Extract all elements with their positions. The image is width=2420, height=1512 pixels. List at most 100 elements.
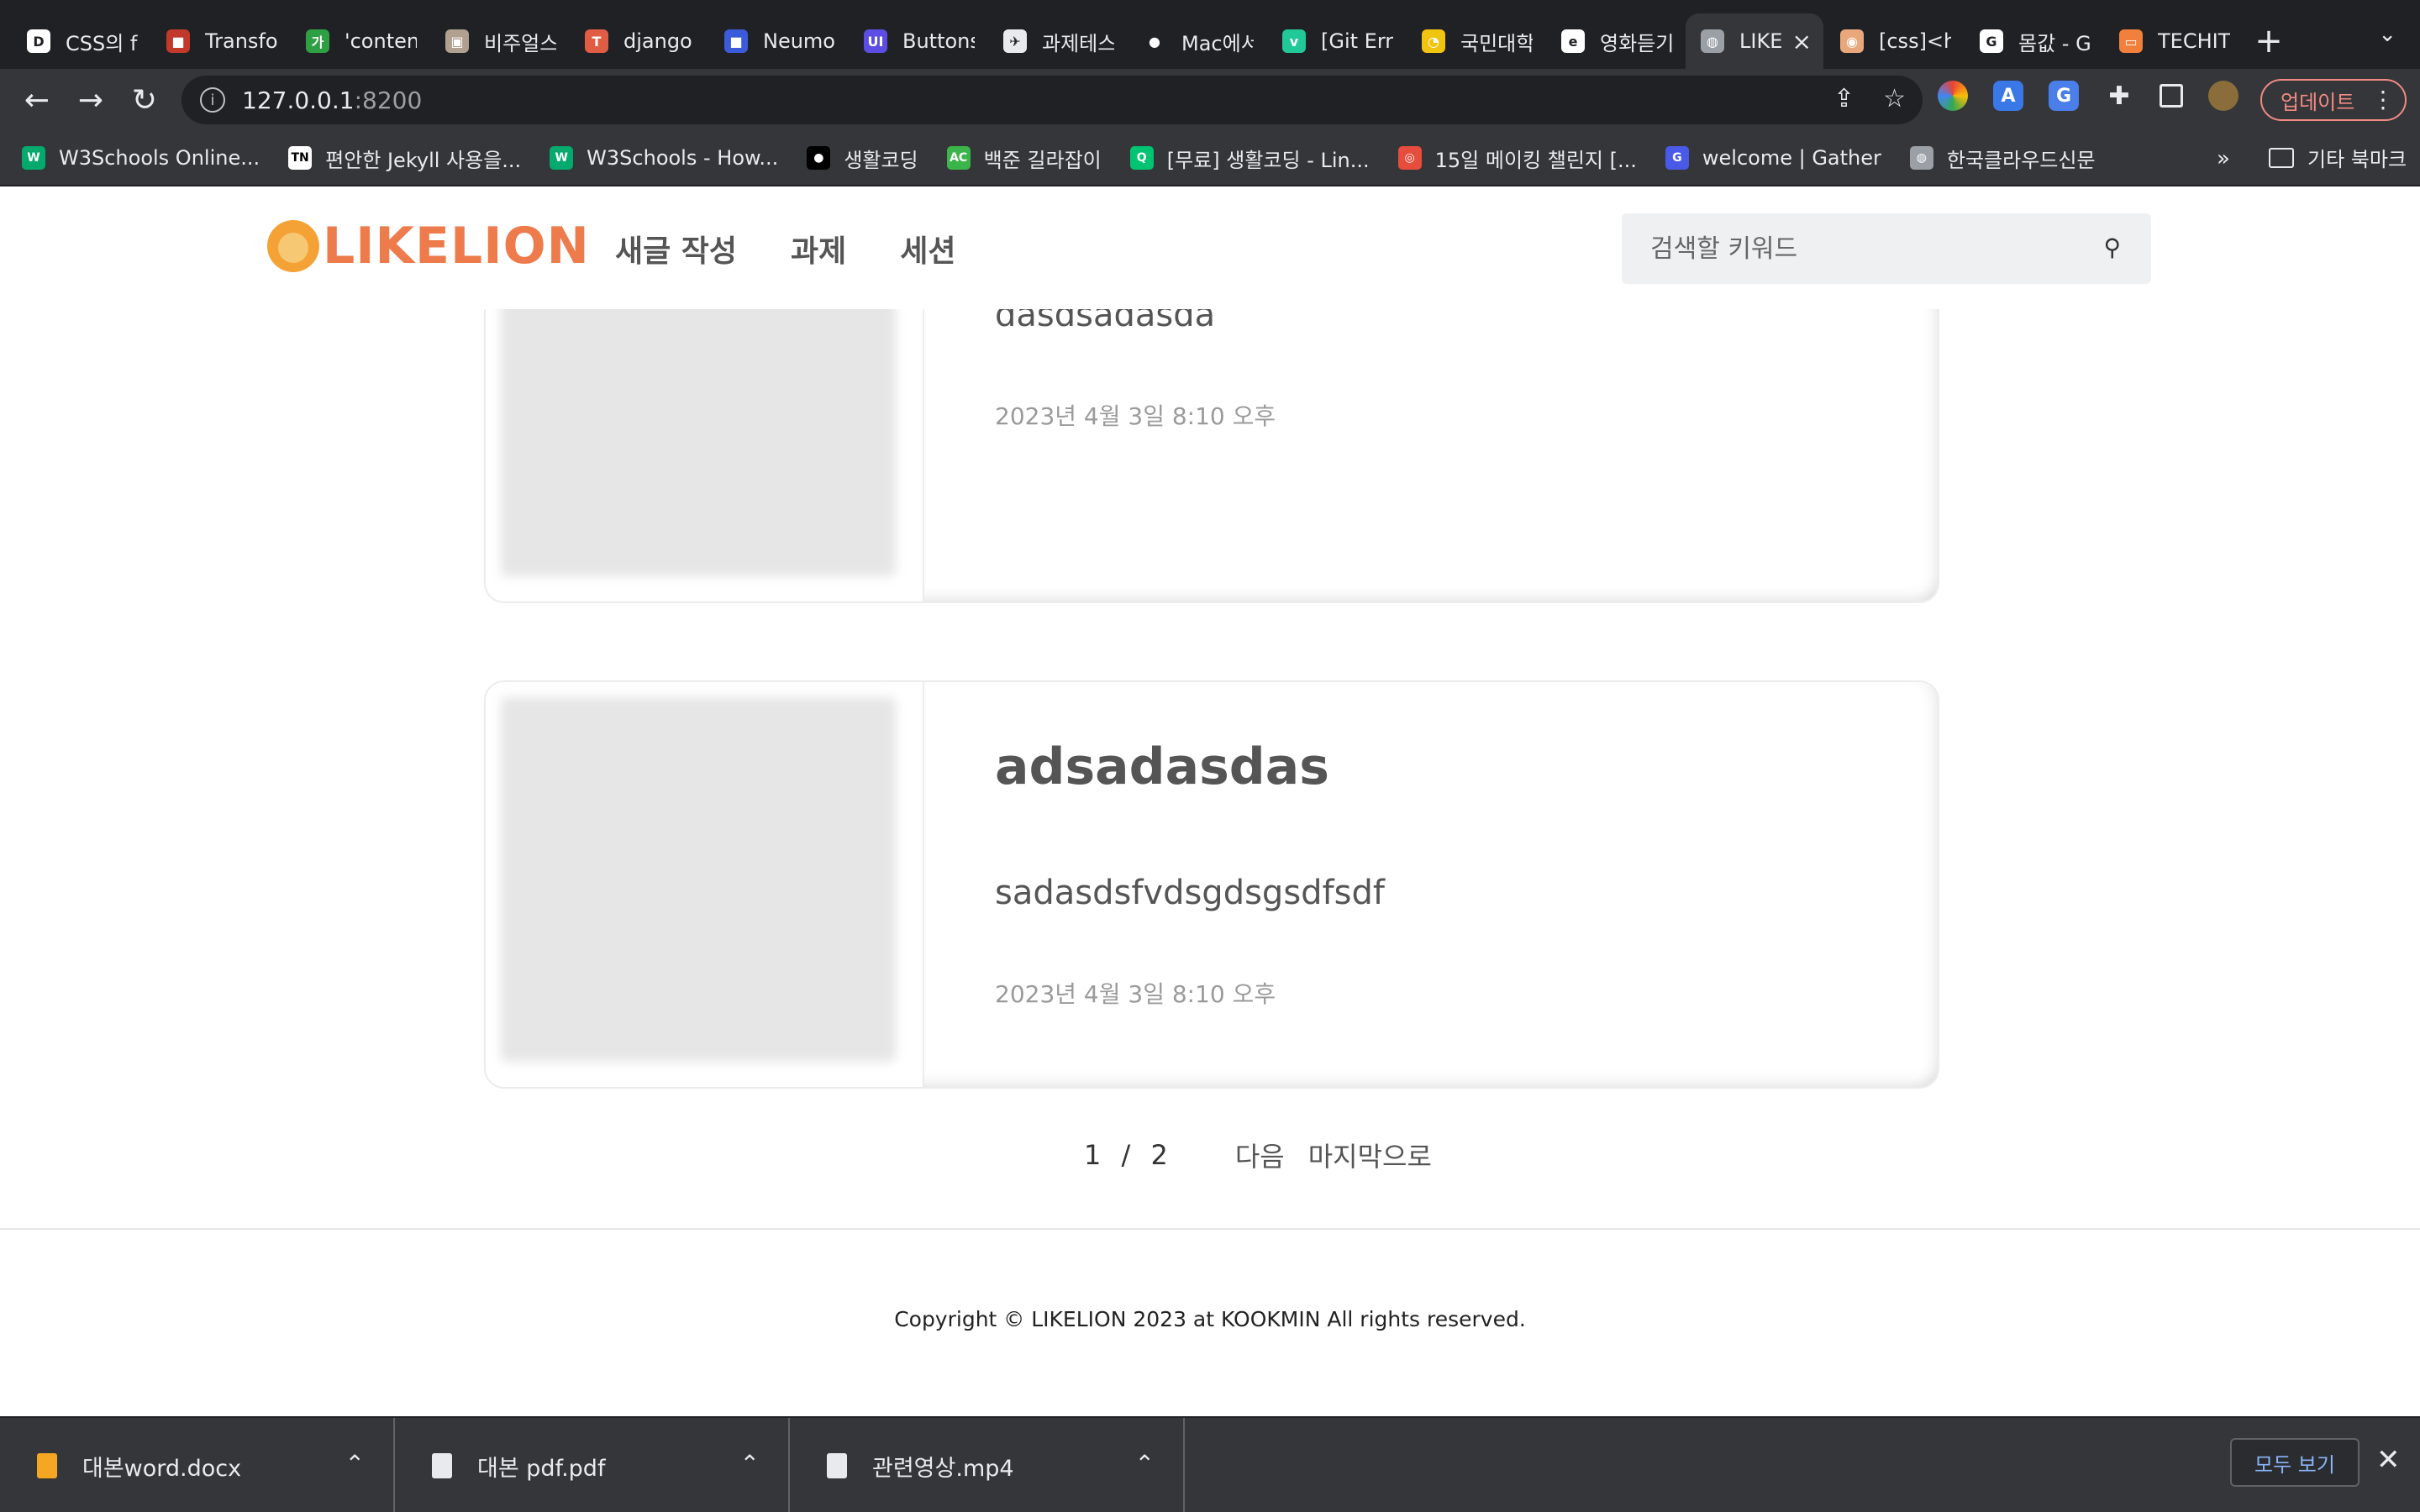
browser-toolbar: ← → ↻ i 127.0.0.1:8200 ⇪ ☆ A G ✚ 업데이트 ⋮ <box>0 69 2420 131</box>
bookmark-label: [무료] 생활코딩 - Lin... <box>1166 148 1370 172</box>
browser-tab[interactable]: ■ Neumo <box>709 13 847 69</box>
arrow-right-icon: → <box>77 82 104 118</box>
close-icon[interactable]: ✕ <box>2376 1443 2401 1477</box>
bookmark-item[interactable]: ◎ 15일 메이킹 챌린지 [... <box>1397 144 1637 173</box>
inflearn-icon: Q <box>1129 146 1154 170</box>
browser-tab[interactable]: ◉ [css]<h <box>1825 13 1963 69</box>
w3schools-icon: W <box>22 146 45 170</box>
bookmark-label: 백준 길라잡이 <box>983 148 1102 172</box>
bookmark-item[interactable]: W W3Schools Online... <box>22 146 260 170</box>
bookmark-item[interactable]: Gwelcome | Gather <box>1665 146 1881 170</box>
tab-label: TECHIT <box>2158 29 2230 53</box>
bookmark-item[interactable]: AC 백준 길라잡이 <box>946 144 1102 173</box>
back-button[interactable]: ← <box>10 73 64 127</box>
browser-tab[interactable]: D CSS의 f <box>12 13 150 69</box>
browser-tab[interactable]: UI Buttons <box>849 13 986 69</box>
bookmark-item[interactable]: ◍ 한국클라우드신문 <box>1909 144 2096 173</box>
bookmark-item[interactable]: W W3Schools - How... <box>550 146 778 170</box>
tab-label: Neumo <box>763 29 835 53</box>
post-card[interactable]: adsadasdas sadasdsfvdsgdsgsdfsdf 2023년 4… <box>484 680 1939 1089</box>
ac-icon: AC <box>946 146 971 170</box>
pagination: 1 / 2 다음 마지막으로 <box>1084 1136 1455 1174</box>
post-date: 2023년 4월 3일 8:10 오후 <box>995 980 1276 1008</box>
site-footer: Copyright © LIKELION 2023 at KOOKMIN All… <box>894 1307 1526 1331</box>
lion-icon <box>267 220 319 272</box>
browser-tab[interactable]: 가 'conten <box>291 13 429 69</box>
show-all-downloads-button[interactable]: 모두 보기 <box>2230 1438 2360 1487</box>
reload-button[interactable]: ↻ <box>118 73 171 127</box>
tab-label: 영화듣기 <box>1600 31 1672 55</box>
bookmark-item[interactable]: ● 생활코딩 <box>807 144 918 173</box>
tab-close-icon[interactable]: × <box>1792 28 1812 55</box>
color-wheel-extension-icon[interactable] <box>1938 81 1968 111</box>
bookmark-item[interactable]: Q [무료] 생활코딩 - Lin... <box>1129 144 1370 173</box>
django-t-icon: T <box>585 29 608 53</box>
folder-icon <box>2269 147 2294 168</box>
reload-icon: ↻ <box>131 82 158 118</box>
url-host: 127.0.0.1 <box>242 86 355 114</box>
site-logo[interactable]: LIKELION <box>267 217 590 276</box>
logo-text: LIKELION <box>323 217 590 276</box>
browser-tab[interactable]: ▭ TECHIT <box>2104 13 2242 69</box>
last-page-link[interactable]: 마지막으로 <box>1308 1136 1432 1174</box>
puzzle-extensions-icon[interactable]: ✚ <box>2104 81 2134 111</box>
share-icon[interactable]: ⇪ <box>1833 84 1854 113</box>
bookmark-label: 편안한 Jekyll 사용을... <box>325 148 522 172</box>
new-tab-button[interactable]: + <box>2244 13 2294 69</box>
browser-tab[interactable]: ✈ 과제테스 <box>988 13 1126 69</box>
gather-icon: G <box>1665 146 1689 170</box>
browser-tab[interactable]: ◔ 국민대학 <box>1407 13 1544 69</box>
globe-icon: ◍ <box>1701 29 1724 53</box>
other-bookmarks-folder[interactable]: 기타 북마크 <box>2269 143 2407 172</box>
swallow-icon: ✈ <box>1003 29 1027 53</box>
browser-tab[interactable]: ▣ 비주얼스 <box>430 13 568 69</box>
bookmark-item[interactable]: TN 편안한 Jekyll 사용을... <box>288 144 521 173</box>
tab-label: 국민대학 <box>1460 31 1533 55</box>
browser-tab[interactable]: ■ Transfo <box>151 13 289 69</box>
nav-sessions[interactable]: 세션 <box>900 227 955 270</box>
w3schools-icon: W <box>550 146 574 170</box>
translate-a-extension-icon[interactable]: A <box>1993 81 2023 111</box>
chevron-up-icon[interactable]: ⌃ <box>345 1450 365 1478</box>
browser-tab[interactable]: e 영화듣기 <box>1546 13 1684 69</box>
browser-tab[interactable]: ◍ LIKE × <box>1686 13 1823 69</box>
dale-icon: D <box>27 29 50 53</box>
total-pages: 2 <box>1150 1139 1168 1171</box>
profile-avatar-icon[interactable] <box>2208 81 2238 111</box>
forward-button[interactable]: → <box>64 73 118 127</box>
techit-icon: ▭ <box>2119 29 2143 53</box>
search-input[interactable] <box>1650 234 2087 264</box>
star-icon[interactable]: ☆ <box>1883 84 1906 113</box>
browser-tab[interactable]: v [Git Err <box>1267 13 1405 69</box>
neumorphism-icon: ■ <box>724 29 748 53</box>
google-translate-extension-icon[interactable]: G <box>2049 81 2079 111</box>
tab-label: 'conten <box>345 29 417 53</box>
chevron-down-icon[interactable]: ⌄ <box>2378 22 2396 47</box>
browser-tab[interactable]: Tdjango <box>570 13 708 69</box>
search-icon[interactable]: ⚲ <box>2103 234 2121 261</box>
tn-icon: TN <box>288 146 313 170</box>
download-item[interactable]: 관련영상.mp4 ⌃ <box>790 1418 1185 1512</box>
bookmarks-overflow-button[interactable]: » <box>2217 146 2230 171</box>
address-bar[interactable]: i 127.0.0.1:8200 ⇪ ☆ <box>182 76 1923 124</box>
tab-label: django <box>623 29 692 53</box>
nav-assignments[interactable]: 과제 <box>791 227 846 270</box>
apple-icon: ● <box>1143 29 1166 53</box>
bookmark-label: welcome | Gather <box>1702 146 1881 170</box>
side-panel-icon[interactable] <box>2160 84 2183 108</box>
download-item[interactable]: 대본word.docx ⌃ <box>0 1418 395 1512</box>
browser-tab[interactable]: G 몸값 - G <box>1965 13 2102 69</box>
globe-icon: ◍ <box>1909 146 1933 170</box>
google-icon: G <box>1980 29 2003 53</box>
update-button[interactable]: 업데이트 ⋮ <box>2260 79 2407 121</box>
download-item[interactable]: 대본 pdf.pdf ⌃ <box>395 1418 790 1512</box>
chevron-up-icon[interactable]: ⌃ <box>740 1450 760 1478</box>
chevron-up-icon[interactable]: ⌃ <box>1135 1450 1155 1478</box>
site-header: LIKELION 새글 작성 과제 세션 ⚲ <box>0 186 2420 309</box>
site-info-icon[interactable]: i <box>200 87 225 113</box>
update-label: 업데이트 <box>2281 90 2355 114</box>
nav-new-post[interactable]: 새글 작성 <box>615 227 737 270</box>
tab-label: 비주얼스 <box>484 31 556 55</box>
browser-tab[interactable]: ● Mac에서 <box>1128 13 1265 69</box>
next-page-link[interactable]: 다음 <box>1235 1136 1285 1174</box>
